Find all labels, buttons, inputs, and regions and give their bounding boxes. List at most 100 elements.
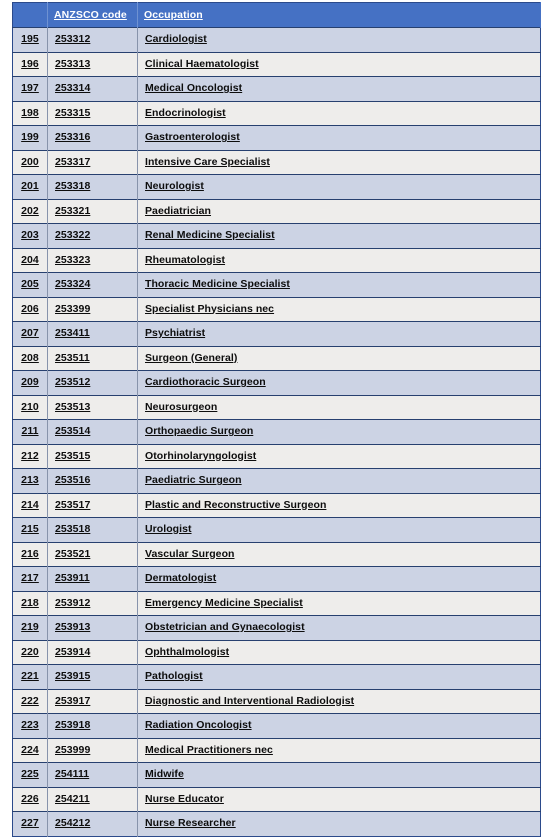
table-row[interactable]: 201 253318 Neurologist [12, 174, 541, 199]
cell-anzsco-code[interactable]: 253913 [47, 615, 138, 640]
table-row[interactable]: 214 253517 Plastic and Reconstructive Surg… [12, 492, 541, 518]
cell-occupation[interactable]: Medical Oncologist [137, 76, 541, 101]
cell-occupation[interactable]: Vascular Surgeon [137, 541, 541, 567]
cell-occupation[interactable]: Surgeon (General) [137, 345, 541, 371]
cell-anzsco-code[interactable]: 253917 [47, 688, 138, 714]
cell-anzsco-code[interactable]: 253323 [47, 247, 138, 273]
cell-occupation[interactable]: Nurse Educator [137, 786, 541, 812]
cell-anzsco-code[interactable]: 253314 [47, 76, 138, 101]
cell-occupation[interactable]: Renal Medicine Specialist [137, 223, 541, 248]
table-row[interactable]: 211 253514 Orthopaedic Surgeon [12, 419, 541, 444]
table-row[interactable]: 200 253317 Intensive Care Specialist [12, 149, 541, 175]
cell-anzsco-code[interactable]: 253316 [47, 125, 138, 150]
cell-occupation[interactable]: Endocrinologist [137, 100, 541, 126]
cell-occupation[interactable]: Psychiatrist [137, 321, 541, 346]
table-row[interactable]: 205 253324 Thoracic Medicine Specialist [12, 272, 541, 297]
cell-occupation[interactable]: Neurologist [137, 174, 541, 199]
table-row[interactable]: 227 254212 Nurse Researcher [12, 811, 541, 836]
table-row[interactable]: 212 253515 Otorhinolaryngologist [12, 443, 541, 469]
cell-occupation[interactable]: Midwife [137, 762, 541, 787]
cell-occupation[interactable]: Paediatric Surgeon [137, 468, 541, 493]
cell-occupation[interactable]: Specialist Physicians nec [137, 296, 541, 322]
cell-anzsco-code[interactable]: 253399 [47, 296, 138, 322]
cell-occupation[interactable]: Otorhinolaryngologist [137, 443, 541, 469]
cell-anzsco-code[interactable]: 253515 [47, 443, 138, 469]
cell-occupation[interactable]: Medical Practitioners nec [137, 737, 541, 763]
cell-anzsco-code[interactable]: 254211 [47, 786, 138, 812]
table-row[interactable]: 210 253513 Neurosurgeon [12, 394, 541, 420]
cell-occupation[interactable]: Clinical Haematologist [137, 51, 541, 77]
column-header-row-number[interactable] [12, 2, 48, 28]
cell-anzsco-code[interactable]: 253511 [47, 345, 138, 371]
table-row[interactable]: 218 253912 Emergency Medicine Specialist [12, 590, 541, 616]
cell-anzsco-code[interactable]: 253521 [47, 541, 138, 567]
table-row[interactable]: 204 253323 Rheumatologist [12, 247, 541, 273]
cell-anzsco-code[interactable]: 253517 [47, 492, 138, 518]
column-header-occupation[interactable]: Occupation [137, 2, 541, 28]
cell-anzsco-code[interactable]: 253912 [47, 590, 138, 616]
cell-occupation[interactable]: Gastroenterologist [137, 125, 541, 150]
cell-occupation[interactable]: Pathologist [137, 664, 541, 689]
table-row[interactable]: 224 253999 Medical Practitioners nec [12, 737, 541, 763]
cell-occupation[interactable]: Intensive Care Specialist [137, 149, 541, 175]
cell-occupation[interactable]: Emergency Medicine Specialist [137, 590, 541, 616]
table-row[interactable]: 217 253911 Dermatologist [12, 566, 541, 591]
cell-anzsco-code[interactable]: 253312 [47, 27, 138, 52]
table-row[interactable]: 198 253315 Endocrinologist [12, 100, 541, 126]
cell-anzsco-code[interactable]: 253322 [47, 223, 138, 248]
cell-anzsco-code[interactable]: 253512 [47, 370, 138, 395]
cell-anzsco-code[interactable]: 253411 [47, 321, 138, 346]
table-row[interactable]: 202 253321 Paediatrician [12, 198, 541, 224]
table-row[interactable]: 223 253918 Radiation Oncologist [12, 713, 541, 738]
cell-anzsco-code[interactable]: 254111 [47, 762, 138, 787]
table-row[interactable]: 209 253512 Cardiothoracic Surgeon [12, 370, 541, 395]
cell-anzsco-code[interactable]: 253315 [47, 100, 138, 126]
cell-occupation[interactable]: Radiation Oncologist [137, 713, 541, 738]
table-row[interactable]: 221 253915 Pathologist [12, 664, 541, 689]
cell-anzsco-code[interactable]: 253318 [47, 174, 138, 199]
cell-occupation[interactable]: Nurse Researcher [137, 811, 541, 836]
table-row[interactable]: 219 253913 Obstetrician and Gynaecologist [12, 615, 541, 640]
table-row[interactable]: 208 253511 Surgeon (General) [12, 345, 541, 371]
cell-occupation[interactable]: Obstetrician and Gynaecologist [137, 615, 541, 640]
cell-occupation[interactable]: Neurosurgeon [137, 394, 541, 420]
table-row[interactable]: 195 253312 Cardiologist [12, 27, 541, 52]
cell-occupation[interactable]: Cardiothoracic Surgeon [137, 370, 541, 395]
table-row[interactable]: 206 253399 Specialist Physicians nec [12, 296, 541, 322]
cell-occupation[interactable]: Urologist [137, 517, 541, 542]
cell-anzsco-code[interactable]: 253513 [47, 394, 138, 420]
table-row[interactable]: 225 254111 Midwife [12, 762, 541, 787]
cell-anzsco-code[interactable]: 253915 [47, 664, 138, 689]
cell-occupation[interactable]: Orthopaedic Surgeon [137, 419, 541, 444]
table-row[interactable]: 216 253521 Vascular Surgeon [12, 541, 541, 567]
cell-anzsco-code[interactable]: 253313 [47, 51, 138, 77]
table-row[interactable]: 220 253914 Ophthalmologist [12, 639, 541, 665]
cell-occupation[interactable]: Rheumatologist [137, 247, 541, 273]
table-row[interactable]: 213 253516 Paediatric Surgeon [12, 468, 541, 493]
cell-occupation[interactable]: Ophthalmologist [137, 639, 541, 665]
cell-anzsco-code[interactable]: 253518 [47, 517, 138, 542]
cell-occupation[interactable]: Paediatrician [137, 198, 541, 224]
cell-anzsco-code[interactable]: 253918 [47, 713, 138, 738]
table-row[interactable]: 222 253917 Diagnostic and Interventional R… [12, 688, 541, 714]
cell-occupation[interactable]: Plastic and Reconstructive Surgeon [137, 492, 541, 518]
cell-anzsco-code[interactable]: 253514 [47, 419, 138, 444]
cell-anzsco-code[interactable]: 253516 [47, 468, 138, 493]
cell-anzsco-code[interactable]: 254212 [47, 811, 138, 836]
cell-occupation[interactable]: Thoracic Medicine Specialist [137, 272, 541, 297]
table-row[interactable]: 199 253316 Gastroenterologist [12, 125, 541, 150]
table-row[interactable]: 207 253411 Psychiatrist [12, 321, 541, 346]
cell-occupation[interactable]: Diagnostic and Interventional Radiologis… [137, 688, 541, 714]
cell-anzsco-code[interactable]: 253321 [47, 198, 138, 224]
table-row[interactable]: 203 253322 Renal Medicine Specialist [12, 223, 541, 248]
table-row[interactable]: 196 253313 Clinical Haematologist [12, 51, 541, 77]
table-row[interactable]: 215 253518 Urologist [12, 517, 541, 542]
cell-anzsco-code[interactable]: 253914 [47, 639, 138, 665]
cell-occupation[interactable]: Dermatologist [137, 566, 541, 591]
cell-anzsco-code[interactable]: 253317 [47, 149, 138, 175]
cell-anzsco-code[interactable]: 253999 [47, 737, 138, 763]
cell-occupation[interactable]: Cardiologist [137, 27, 541, 52]
cell-anzsco-code[interactable]: 253911 [47, 566, 138, 591]
column-header-anzsco-code[interactable]: ANZSCO code [47, 2, 138, 28]
table-row[interactable]: 197 253314 Medical Oncologist [12, 76, 541, 101]
